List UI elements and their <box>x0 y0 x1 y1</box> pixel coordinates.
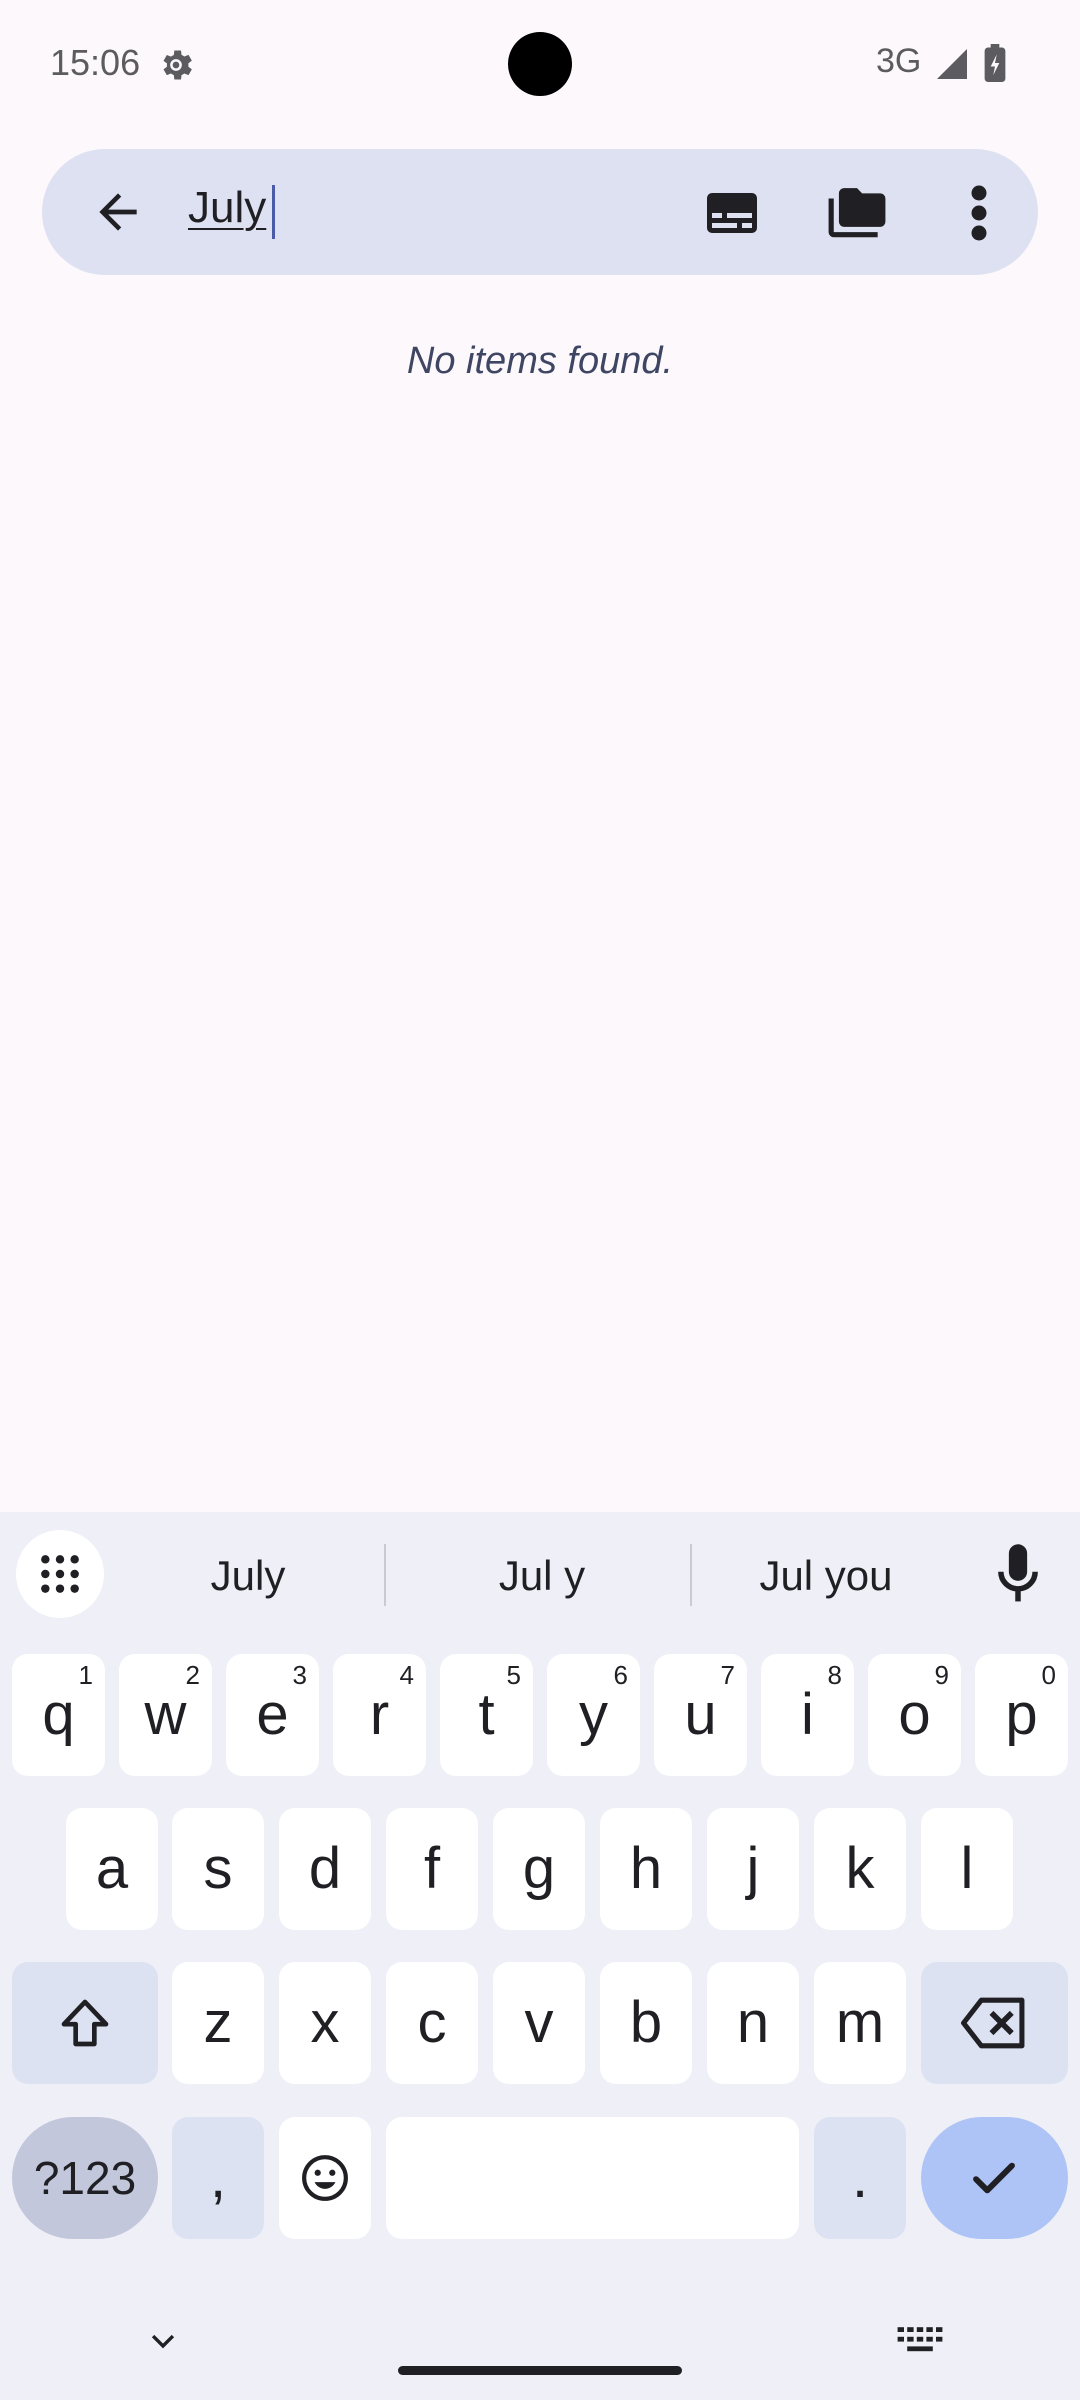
microphone-icon[interactable] <box>990 1542 1046 1606</box>
key-o[interactable]: o9 <box>868 1654 961 1776</box>
key-i[interactable]: i8 <box>761 1654 854 1776</box>
key-hint: 1 <box>78 1660 93 1690</box>
key-hint: 3 <box>292 1660 307 1690</box>
key-y[interactable]: y6 <box>547 1654 640 1776</box>
key-q[interactable]: q1 <box>12 1654 105 1776</box>
key-label: r <box>369 1682 390 1747</box>
suggestion-1[interactable]: July <box>110 1552 386 1600</box>
empty-results-message: No items found. <box>406 340 674 382</box>
shift-arrow-icon <box>61 1999 109 2047</box>
keyboard-menu-button[interactable] <box>16 1530 104 1618</box>
key-p[interactable]: p0 <box>975 1654 1068 1776</box>
key-r[interactable]: r4 <box>333 1654 426 1776</box>
shift-key[interactable] <box>12 1962 158 2084</box>
hide-keyboard-chevron-icon[interactable] <box>146 2324 180 2358</box>
key-hint: 5 <box>506 1660 521 1690</box>
key-s[interactable]: s <box>172 1808 264 1930</box>
emoji-icon <box>302 2155 348 2201</box>
key-t[interactable]: t5 <box>440 1654 533 1776</box>
key-hint: 0 <box>1041 1660 1056 1690</box>
key-m[interactable]: m <box>814 1962 906 2084</box>
key-label: u <box>684 1682 717 1747</box>
signal-icon <box>937 49 967 79</box>
key-hint: 8 <box>827 1660 842 1690</box>
emoji-key[interactable] <box>279 2117 371 2239</box>
key-hint: 2 <box>185 1660 200 1690</box>
checkmark-icon <box>973 2162 1015 2194</box>
settings-gear-icon <box>163 50 192 80</box>
text-cursor <box>272 185 275 239</box>
backspace-icon <box>961 1997 1025 2049</box>
key-label: y <box>579 1682 608 1747</box>
key-g[interactable]: g <box>493 1808 585 1930</box>
symbols-key[interactable]: ?123 <box>12 2117 158 2239</box>
period-key[interactable]: . <box>814 2117 906 2239</box>
status-bar: 15:06 3G <box>0 0 1080 130</box>
key-v[interactable]: v <box>493 1962 585 2084</box>
back-arrow-icon[interactable] <box>90 184 146 240</box>
key-label: i <box>801 1682 814 1747</box>
key-label: o <box>898 1682 931 1747</box>
key-e[interactable]: e3 <box>226 1654 319 1776</box>
backspace-key[interactable] <box>921 1962 1068 2084</box>
key-l[interactable]: l <box>921 1808 1013 1930</box>
suggestion-3[interactable]: Jul you <box>696 1552 956 1600</box>
key-label: w <box>144 1682 187 1747</box>
key-hint: 6 <box>613 1660 628 1690</box>
key-a[interactable]: a <box>66 1808 158 1930</box>
key-hint: 7 <box>720 1660 735 1690</box>
status-time: 15:06 <box>50 42 141 83</box>
battery-charging-icon <box>984 44 1006 82</box>
key-u[interactable]: u7 <box>654 1654 747 1776</box>
key-label: q <box>42 1682 75 1747</box>
key-z[interactable]: z <box>172 1962 264 2084</box>
key-x[interactable]: x <box>279 1962 371 2084</box>
key-h[interactable]: h <box>600 1808 692 1930</box>
key-j[interactable]: j <box>707 1808 799 1930</box>
key-hint: 9 <box>934 1660 949 1690</box>
key-label: p <box>1005 1682 1038 1747</box>
suggestion-divider <box>690 1544 692 1606</box>
key-k[interactable]: k <box>814 1808 906 1930</box>
soft-keyboard: July Jul y Jul you q1 w2 e3 r4 t5 y6 u7 … <box>0 1512 1080 2400</box>
apps-grid-icon <box>41 1555 79 1593</box>
subtitles-icon[interactable] <box>702 183 762 243</box>
key-b[interactable]: b <box>600 1962 692 2084</box>
key-n[interactable]: n <box>707 1962 799 2084</box>
suggestion-2[interactable]: Jul y <box>392 1552 692 1600</box>
comma-key[interactable]: , <box>172 2117 264 2239</box>
key-hint: 4 <box>399 1660 414 1690</box>
camera-cutout <box>508 32 572 96</box>
key-label: t <box>478 1682 495 1747</box>
key-c[interactable]: c <box>386 1962 478 2084</box>
folder-icon[interactable] <box>826 183 888 245</box>
search-input[interactable]: July <box>188 183 266 233</box>
key-w[interactable]: w2 <box>119 1654 212 1776</box>
keyboard-switch-icon[interactable] <box>896 2324 944 2356</box>
more-options-icon[interactable] <box>966 183 992 243</box>
enter-done-key[interactable] <box>921 2117 1068 2239</box>
network-type: 3G <box>876 42 922 80</box>
search-bar: July <box>42 149 1038 275</box>
key-label: e <box>256 1682 289 1747</box>
key-d[interactable]: d <box>279 1808 371 1930</box>
gesture-nav-handle[interactable] <box>398 2366 682 2375</box>
suggestion-divider <box>384 1544 386 1606</box>
space-key[interactable] <box>386 2117 799 2239</box>
key-f[interactable]: f <box>386 1808 478 1930</box>
